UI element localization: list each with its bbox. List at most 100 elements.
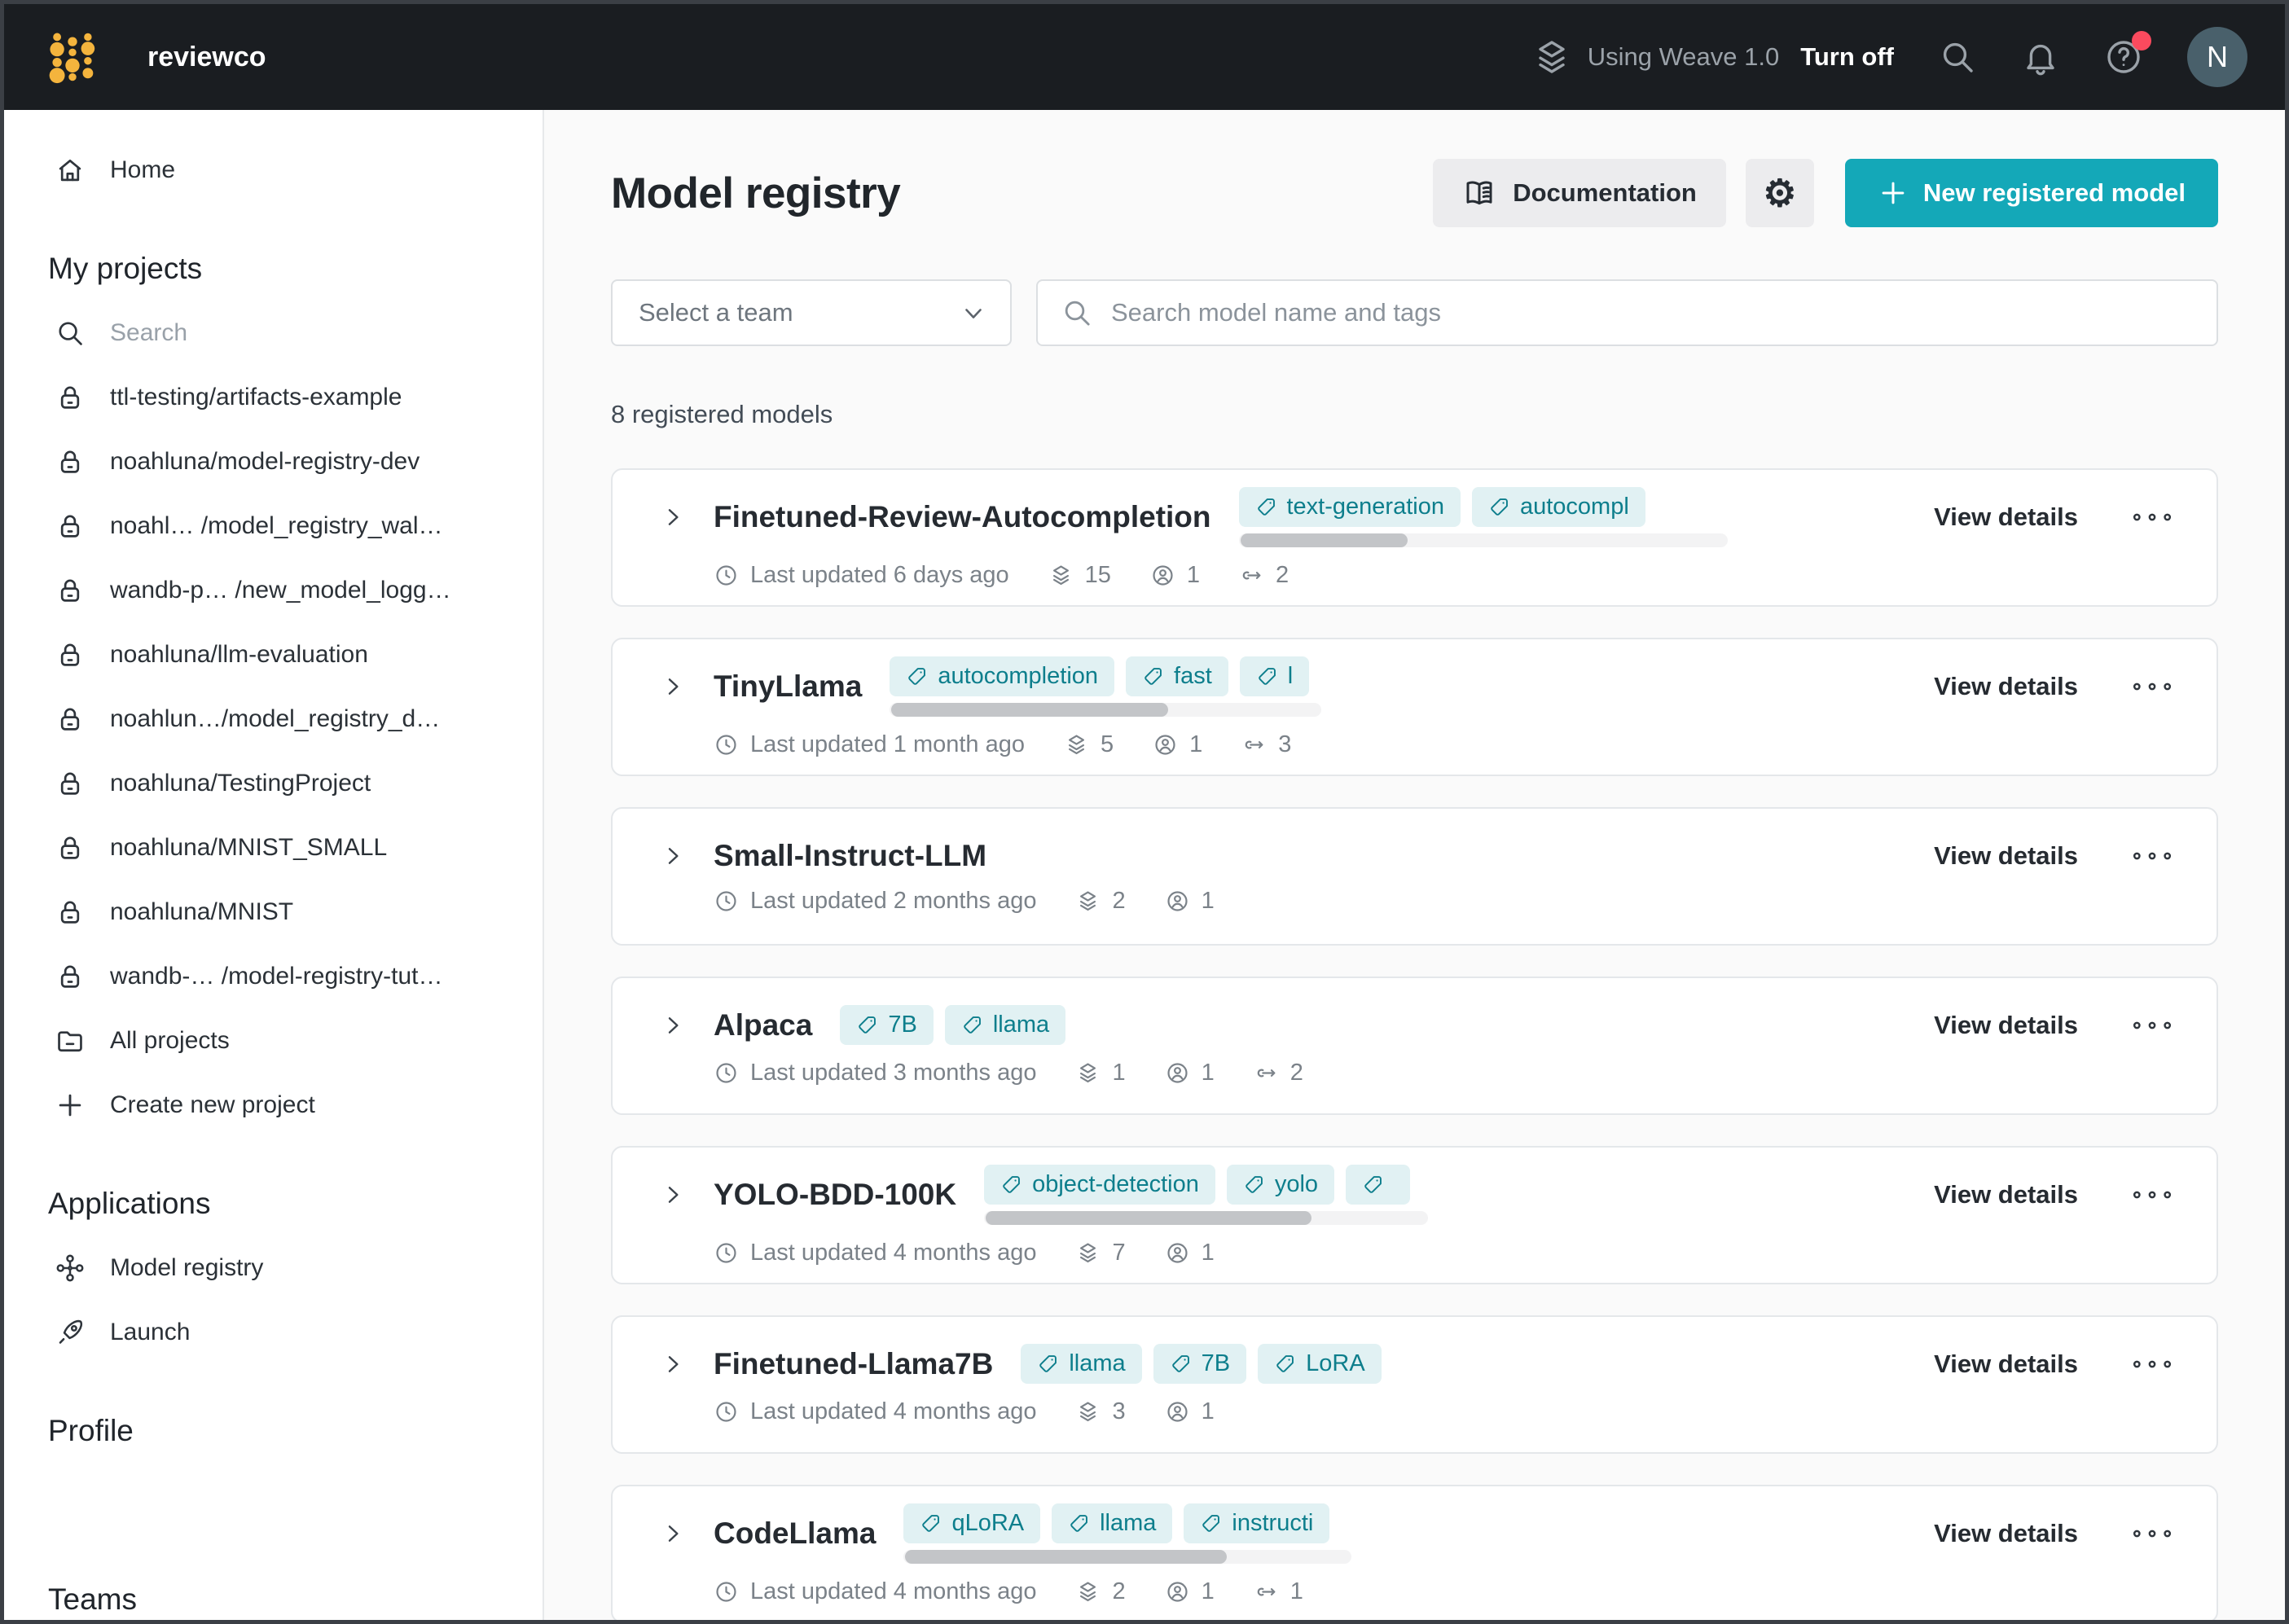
view-details-button[interactable]: View details xyxy=(1934,1350,2078,1379)
tag-lora[interactable]: LoRA xyxy=(1258,1344,1382,1384)
sidebar-item-noahluna-model-registry-dev[interactable]: noahluna/model-registry-dev xyxy=(4,429,543,494)
last-updated: Last updated 1 month ago xyxy=(714,731,1025,758)
tag-text-generation[interactable]: text-generation xyxy=(1239,487,1461,527)
tag-list: 7B llama xyxy=(840,1005,1065,1045)
sidebar-item-noahluna-testingproject[interactable]: noahluna/TestingProject xyxy=(4,751,543,815)
versions-layers-icon xyxy=(1075,1240,1101,1266)
tag-7b[interactable]: 7B xyxy=(840,1005,933,1045)
more-menu-button[interactable] xyxy=(2130,1523,2174,1544)
tag-qlora[interactable]: qLoRA xyxy=(903,1503,1040,1543)
page-title: Model registry xyxy=(611,169,900,218)
notifications-bell-icon[interactable] xyxy=(2021,37,2060,77)
model-name[interactable]: Small-Instruct-LLM xyxy=(714,839,986,873)
avatar[interactable]: N xyxy=(2187,27,2247,87)
brand-logo-icon[interactable] xyxy=(45,24,100,90)
view-details-button[interactable]: View details xyxy=(1934,841,2078,871)
sidebar-heading-applications: Applications xyxy=(4,1171,543,1236)
tag-fast[interactable]: fast xyxy=(1126,656,1228,696)
weave-turn-off-button[interactable]: Turn off xyxy=(1800,42,1894,72)
tag-object-detection[interactable]: object-detection xyxy=(984,1165,1215,1205)
tags-scrollbar[interactable] xyxy=(903,1550,1351,1564)
tag-7b[interactable]: 7B xyxy=(1153,1344,1246,1384)
tags-scrollbar-thumb[interactable] xyxy=(1241,533,1408,547)
model-name[interactable]: CodeLlama xyxy=(714,1516,876,1551)
sidebar-item-home[interactable]: Home xyxy=(4,138,543,202)
tags-scrollbar[interactable] xyxy=(1239,533,1728,547)
sidebar-item-noahluna-mnist[interactable]: noahluna/MNIST xyxy=(4,880,543,944)
model-name[interactable]: Finetuned-Llama7B xyxy=(714,1347,993,1381)
tag-label: LoRA xyxy=(1306,1350,1365,1377)
expand-chevron-icon[interactable] xyxy=(660,1351,686,1377)
tag-yolo[interactable]: yolo xyxy=(1227,1165,1334,1205)
more-menu-button[interactable] xyxy=(2130,845,2174,867)
tags-scrollbar[interactable] xyxy=(984,1211,1428,1225)
view-details-button[interactable]: View details xyxy=(1934,503,2078,532)
model-name[interactable]: Finetuned-Review-Autocompletion xyxy=(714,500,1211,534)
view-details-button[interactable]: View details xyxy=(1934,1011,2078,1040)
model-name[interactable]: YOLO-BDD-100K xyxy=(714,1178,956,1212)
sidebar-item-noahluna-mnist-small[interactable]: noahluna/MNIST_SMALL xyxy=(4,815,543,880)
tags-scrollbar-thumb[interactable] xyxy=(905,1550,1227,1564)
versions-layers-icon xyxy=(1048,563,1074,588)
tag-truncated[interactable] xyxy=(1346,1165,1410,1205)
expand-chevron-icon[interactable] xyxy=(660,1012,686,1038)
help-button[interactable] xyxy=(2104,37,2143,77)
model-name[interactable]: Alpaca xyxy=(714,1008,812,1042)
sidebar-item-model-registry[interactable]: Model registry xyxy=(4,1236,543,1300)
view-details-button[interactable]: View details xyxy=(1934,672,2078,701)
expand-chevron-icon[interactable] xyxy=(660,1182,686,1208)
more-menu-button[interactable] xyxy=(2130,1184,2174,1205)
sidebar-item-wandb-p-new-model-logg[interactable]: wandb-p… /new_model_logg… xyxy=(4,558,543,622)
more-menu-button[interactable] xyxy=(2130,1354,2174,1375)
sidebar-item-noahl-model-registry-wal[interactable]: noahl… /model_registry_wal… xyxy=(4,494,543,558)
tag-list: autocompletion fast l xyxy=(890,656,1321,696)
view-details-button[interactable]: View details xyxy=(1934,1180,2078,1209)
tag-icon xyxy=(1142,665,1164,687)
tag-icon xyxy=(856,1014,878,1036)
tags-scrollbar-thumb[interactable] xyxy=(891,703,1168,717)
sidebar-item-create-new-project[interactable]: Create new project xyxy=(4,1073,543,1137)
sidebar-item-noahlun-model-registry-d[interactable]: noahlun…/model_registry_d… xyxy=(4,687,543,751)
tags-scrollbar-thumb[interactable] xyxy=(986,1211,1311,1225)
help-icon xyxy=(2104,66,2143,80)
sidebar-item-ttl-testing-artifacts-example[interactable]: ttl-testing/artifacts-example xyxy=(4,365,543,429)
notification-dot xyxy=(2132,31,2151,50)
expand-chevron-icon[interactable] xyxy=(660,504,686,530)
more-menu-button[interactable] xyxy=(2130,676,2174,697)
brand-name[interactable]: reviewco xyxy=(147,42,266,73)
tag-autocompl[interactable]: autocompl xyxy=(1472,487,1645,527)
sidebar-search[interactable]: Search xyxy=(4,301,543,365)
versions-layers-icon xyxy=(1075,1579,1101,1604)
settings-gear-button[interactable]: ⚙ xyxy=(1746,159,1814,227)
plus-icon xyxy=(55,1090,86,1121)
model-card-codellama: CodeLlama qLoRA llama instructi View detai… xyxy=(611,1485,2218,1620)
last-updated: Last updated 4 months ago xyxy=(714,1240,1036,1266)
tag-llama[interactable]: llama xyxy=(1021,1344,1141,1384)
sidebar-item-all-projects[interactable]: All projects xyxy=(4,1008,543,1073)
expand-chevron-icon[interactable] xyxy=(660,843,686,869)
view-details-button[interactable]: View details xyxy=(1934,1519,2078,1548)
expand-chevron-icon[interactable] xyxy=(660,1521,686,1547)
tags-scrollbar[interactable] xyxy=(890,703,1321,717)
new-registered-model-button[interactable]: New registered model xyxy=(1845,159,2218,227)
sidebar-item-label: Create new project xyxy=(110,1091,315,1119)
tag-autocompletion[interactable]: autocompletion xyxy=(890,656,1114,696)
more-menu-button[interactable] xyxy=(2130,1015,2174,1036)
sidebar-item-launch[interactable]: Launch xyxy=(4,1300,543,1364)
more-menu-button[interactable] xyxy=(2130,507,2174,528)
tag-llama[interactable]: llama xyxy=(1052,1503,1172,1543)
tag-instructi[interactable]: instructi xyxy=(1184,1503,1329,1543)
model-name[interactable]: TinyLlama xyxy=(714,669,862,704)
tag-label: l xyxy=(1288,663,1293,690)
expand-chevron-icon[interactable] xyxy=(660,674,686,700)
tag-l[interactable]: l xyxy=(1240,656,1309,696)
documentation-button[interactable]: Documentation xyxy=(1433,159,1726,227)
sidebar-item-label: All projects xyxy=(110,1027,230,1055)
sidebar-item-wandb-model-registry-tut[interactable]: wandb-… /model-registry-tut… xyxy=(4,944,543,1008)
chevron-down-icon xyxy=(960,299,987,327)
tag-llama[interactable]: llama xyxy=(945,1005,1065,1045)
team-select-dropdown[interactable]: Select a team xyxy=(611,279,1012,346)
search-icon[interactable] xyxy=(1938,37,1977,77)
sidebar-item-noahluna-llm-evaluation[interactable]: noahluna/llm-evaluation xyxy=(4,622,543,687)
model-search-input[interactable] xyxy=(1111,298,2194,327)
